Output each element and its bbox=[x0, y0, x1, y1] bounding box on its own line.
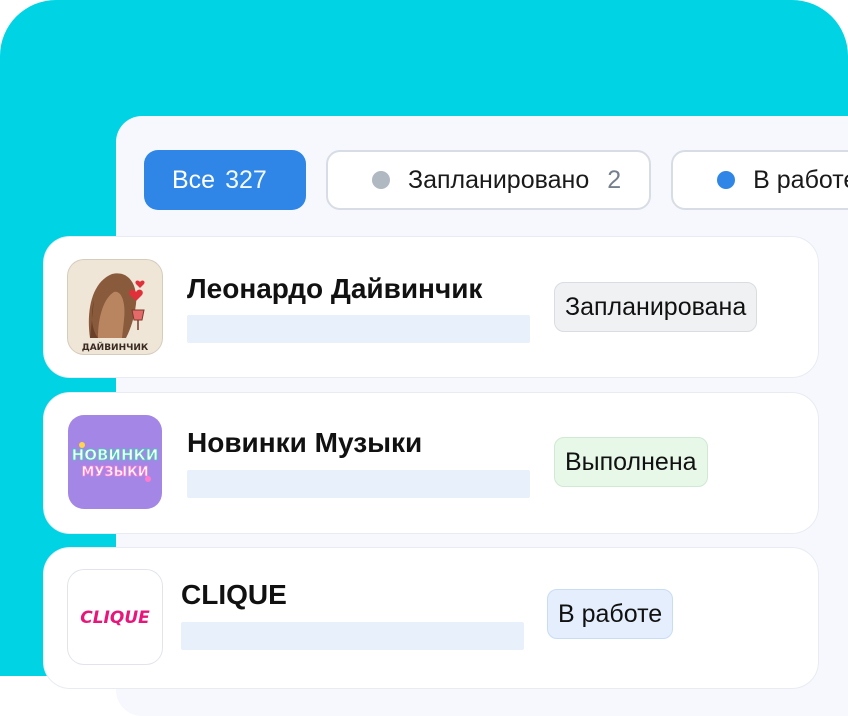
task-card-leonardo[interactable]: ДАЙВИНЧИК Леонардо Дайвинчик Запланирова… bbox=[44, 237, 818, 377]
filter-all-tab[interactable]: Все 327 bbox=[144, 150, 306, 210]
in-progress-dot-icon bbox=[717, 171, 736, 189]
filter-in-progress-label: В работе bbox=[753, 165, 848, 194]
task-name: Новинки Музыки bbox=[187, 427, 423, 458]
task-card-novinki[interactable]: НОВИНКИ МУЗЫКИ Новинки Музыки Выполнена bbox=[44, 393, 818, 533]
leonardo-portrait-icon: ДАЙВИНЧИК bbox=[82, 273, 149, 353]
task-name: Леонардо Дайвинчик bbox=[187, 273, 483, 304]
filter-tabs: Все 327 Запланировано 2 В работе bbox=[144, 150, 848, 210]
status-badge-in-progress: В работе bbox=[547, 589, 674, 639]
status-label: В работе bbox=[558, 599, 663, 628]
filter-planned-count: 2 bbox=[607, 165, 622, 194]
svg-text:МУЗЫКИ: МУЗЫКИ bbox=[81, 465, 148, 480]
filter-planned-label: Запланировано bbox=[408, 165, 590, 194]
status-label: Выполнена bbox=[565, 447, 697, 476]
svg-text:CLIQUE: CLIQUE bbox=[80, 608, 150, 628]
novinki-logo-icon: НОВИНКИ МУЗЫКИ bbox=[71, 442, 159, 482]
task-description-placeholder bbox=[187, 470, 530, 498]
status-label: Запланирована bbox=[565, 292, 747, 321]
filter-all-label: Все bbox=[172, 165, 216, 194]
clique-logo-icon: CLIQUE bbox=[80, 608, 150, 628]
planned-dot-icon bbox=[372, 171, 390, 189]
task-description-placeholder bbox=[187, 315, 530, 343]
task-name: CLIQUE bbox=[181, 579, 287, 610]
novinki-muzyki-logo: НОВИНКИ МУЗЫКИ bbox=[68, 415, 162, 509]
task-card-clique[interactable]: CLIQUE CLIQUE В работе bbox=[44, 548, 818, 688]
status-badge-done: Выполнена bbox=[554, 437, 708, 487]
status-badge-planned: Запланирована bbox=[554, 282, 758, 332]
task-description-placeholder bbox=[181, 622, 524, 650]
svg-text:НОВИНКИ: НОВИНКИ bbox=[72, 446, 159, 464]
filter-all-count: 327 bbox=[225, 165, 267, 194]
filter-planned-tab[interactable]: Запланировано 2 bbox=[326, 150, 652, 210]
leonardo-logo: ДАЙВИНЧИК bbox=[68, 260, 162, 354]
svg-text:ДАЙВИНЧИК: ДАЙВИНЧИК bbox=[82, 341, 149, 353]
clique-logo: CLIQUE bbox=[68, 570, 162, 664]
filter-in-progress-tab[interactable]: В работе bbox=[671, 150, 848, 210]
